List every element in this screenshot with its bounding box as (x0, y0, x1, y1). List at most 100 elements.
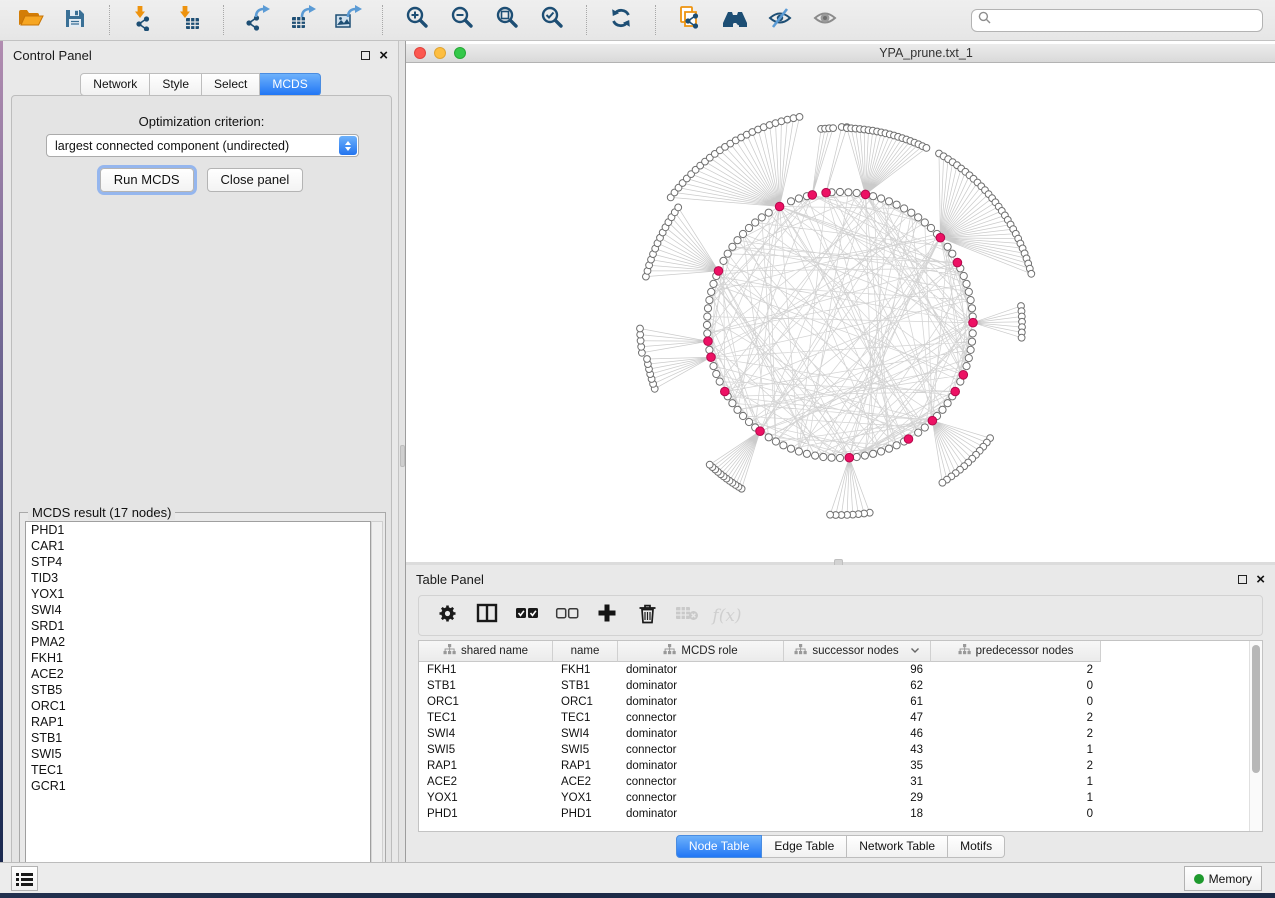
graph-node[interactable] (716, 378, 723, 385)
graph-node[interactable] (812, 452, 819, 459)
graph-node[interactable] (787, 198, 794, 205)
graph-mcds-node[interactable] (756, 427, 765, 436)
network-window-titlebar[interactable]: YPA_prune.txt_1 (406, 44, 1275, 63)
graph-node[interactable] (968, 338, 975, 345)
mcds-result-item[interactable]: PMA2 (26, 634, 370, 650)
graph-node[interactable] (878, 448, 885, 455)
maximize-window-icon[interactable] (454, 47, 466, 59)
show-all-button[interactable] (811, 6, 839, 34)
close-panel-icon[interactable]: × (379, 51, 388, 60)
hide-selected-button[interactable] (766, 6, 794, 34)
graph-node[interactable] (795, 448, 802, 455)
export-table-button[interactable] (289, 6, 317, 34)
mcds-result-item[interactable]: PHD1 (26, 522, 370, 538)
table-row[interactable]: ACE2ACE2connector311 (419, 774, 1251, 790)
memory-button[interactable]: Memory (1184, 866, 1262, 891)
table-scrollbar-thumb[interactable] (1252, 645, 1260, 773)
mcds-result-item[interactable]: STB1 (26, 730, 370, 746)
graph-node[interactable] (965, 288, 972, 295)
zoom-selected-button[interactable] (538, 6, 566, 34)
graph-node[interactable] (861, 452, 868, 459)
graph-node[interactable] (963, 363, 970, 370)
graph-mcds-node[interactable] (959, 371, 968, 380)
close-table-panel-icon[interactable]: × (1256, 575, 1265, 584)
graph-mcds-node[interactable] (928, 416, 937, 425)
graph-node[interactable] (704, 313, 711, 320)
graph-mcds-node[interactable] (951, 387, 960, 396)
graph-node[interactable] (968, 305, 975, 312)
graph-node[interactable] (795, 195, 802, 202)
graph-node[interactable] (765, 434, 772, 441)
tab-select[interactable]: Select (202, 73, 260, 96)
graph-node[interactable] (921, 424, 928, 431)
graph-mcds-node[interactable] (936, 233, 945, 242)
float-panel-icon[interactable] (361, 51, 370, 60)
graph-node[interactable] (944, 400, 951, 407)
graph-node[interactable] (885, 445, 892, 452)
table-scrollbar[interactable] (1249, 641, 1262, 831)
graph-node[interactable] (960, 272, 967, 279)
save-session-button[interactable] (61, 6, 89, 34)
graph-node[interactable] (739, 412, 746, 419)
table-row[interactable]: RAP1RAP1dominator352 (419, 758, 1251, 774)
graph-node[interactable] (893, 442, 900, 449)
mcds-result-item[interactable]: FKH1 (26, 650, 370, 666)
clone-network-button[interactable] (676, 6, 704, 34)
graph-node[interactable] (885, 198, 892, 205)
tab-style[interactable]: Style (150, 73, 202, 96)
mcds-result-item[interactable]: GCR1 (26, 778, 370, 794)
tab-network-table[interactable]: Network Table (847, 835, 948, 858)
mcds-result-item[interactable]: ORC1 (26, 698, 370, 714)
tab-network[interactable]: Network (80, 73, 150, 96)
table-row[interactable]: SWI5SWI5connector431 (419, 742, 1251, 758)
graph-node[interactable] (734, 406, 741, 413)
graph-node[interactable] (870, 450, 877, 457)
show-panels-list-button[interactable] (11, 866, 38, 891)
graph-node[interactable] (921, 219, 928, 226)
graph-node[interactable] (710, 363, 717, 370)
graph-node[interactable] (729, 400, 736, 407)
column-header-name[interactable]: name (553, 641, 618, 662)
graph-node[interactable] (706, 461, 713, 468)
graph-node[interactable] (704, 305, 711, 312)
graph-node[interactable] (780, 442, 787, 449)
mcds-result-item[interactable]: ACE2 (26, 666, 370, 682)
tab-edge-table[interactable]: Edge Table (762, 835, 847, 858)
table-row[interactable]: TEC1TEC1connector472 (419, 710, 1251, 726)
graph-node[interactable] (706, 297, 713, 304)
graph-node[interactable] (853, 189, 860, 196)
graph-node[interactable] (878, 195, 885, 202)
graph-node[interactable] (713, 370, 720, 377)
graph-node[interactable] (939, 406, 946, 413)
tab-node-table[interactable]: Node Table (676, 835, 763, 858)
graph-node[interactable] (803, 450, 810, 457)
graph-node[interactable] (965, 355, 972, 362)
vertical-splitter[interactable] (399, 41, 406, 862)
graph-node[interactable] (739, 230, 746, 237)
vertical-splitter-handle[interactable] (400, 445, 405, 467)
table-row[interactable]: ORC1ORC1dominator610 (419, 694, 1251, 710)
mcds-list-scrollbar[interactable] (371, 521, 383, 873)
mcds-result-item[interactable]: CAR1 (26, 538, 370, 554)
column-header-successor-nodes[interactable]: successor nodes (784, 641, 931, 662)
mcds-result-item[interactable]: SWI4 (26, 602, 370, 618)
graph-node[interactable] (828, 454, 835, 461)
graph-node[interactable] (1018, 334, 1025, 341)
graph-node[interactable] (787, 445, 794, 452)
graph-node[interactable] (944, 243, 951, 250)
graph-node[interactable] (939, 479, 946, 486)
graph-node[interactable] (1028, 270, 1035, 277)
first-neighbors-button[interactable] (721, 6, 749, 34)
graph-mcds-node[interactable] (721, 387, 730, 396)
zoom-out-button[interactable] (448, 6, 476, 34)
graph-node[interactable] (765, 209, 772, 216)
graph-node[interactable] (745, 224, 752, 231)
mcds-result-item[interactable]: SRD1 (26, 618, 370, 634)
graph-node[interactable] (706, 346, 713, 353)
graph-node[interactable] (901, 205, 908, 212)
graph-node[interactable] (893, 201, 900, 208)
table-row[interactable]: YOX1YOX1connector291 (419, 790, 1251, 806)
zoom-fit-button[interactable] (493, 6, 521, 34)
graph-mcds-node[interactable] (704, 337, 713, 346)
graph-mcds-node[interactable] (845, 453, 854, 462)
